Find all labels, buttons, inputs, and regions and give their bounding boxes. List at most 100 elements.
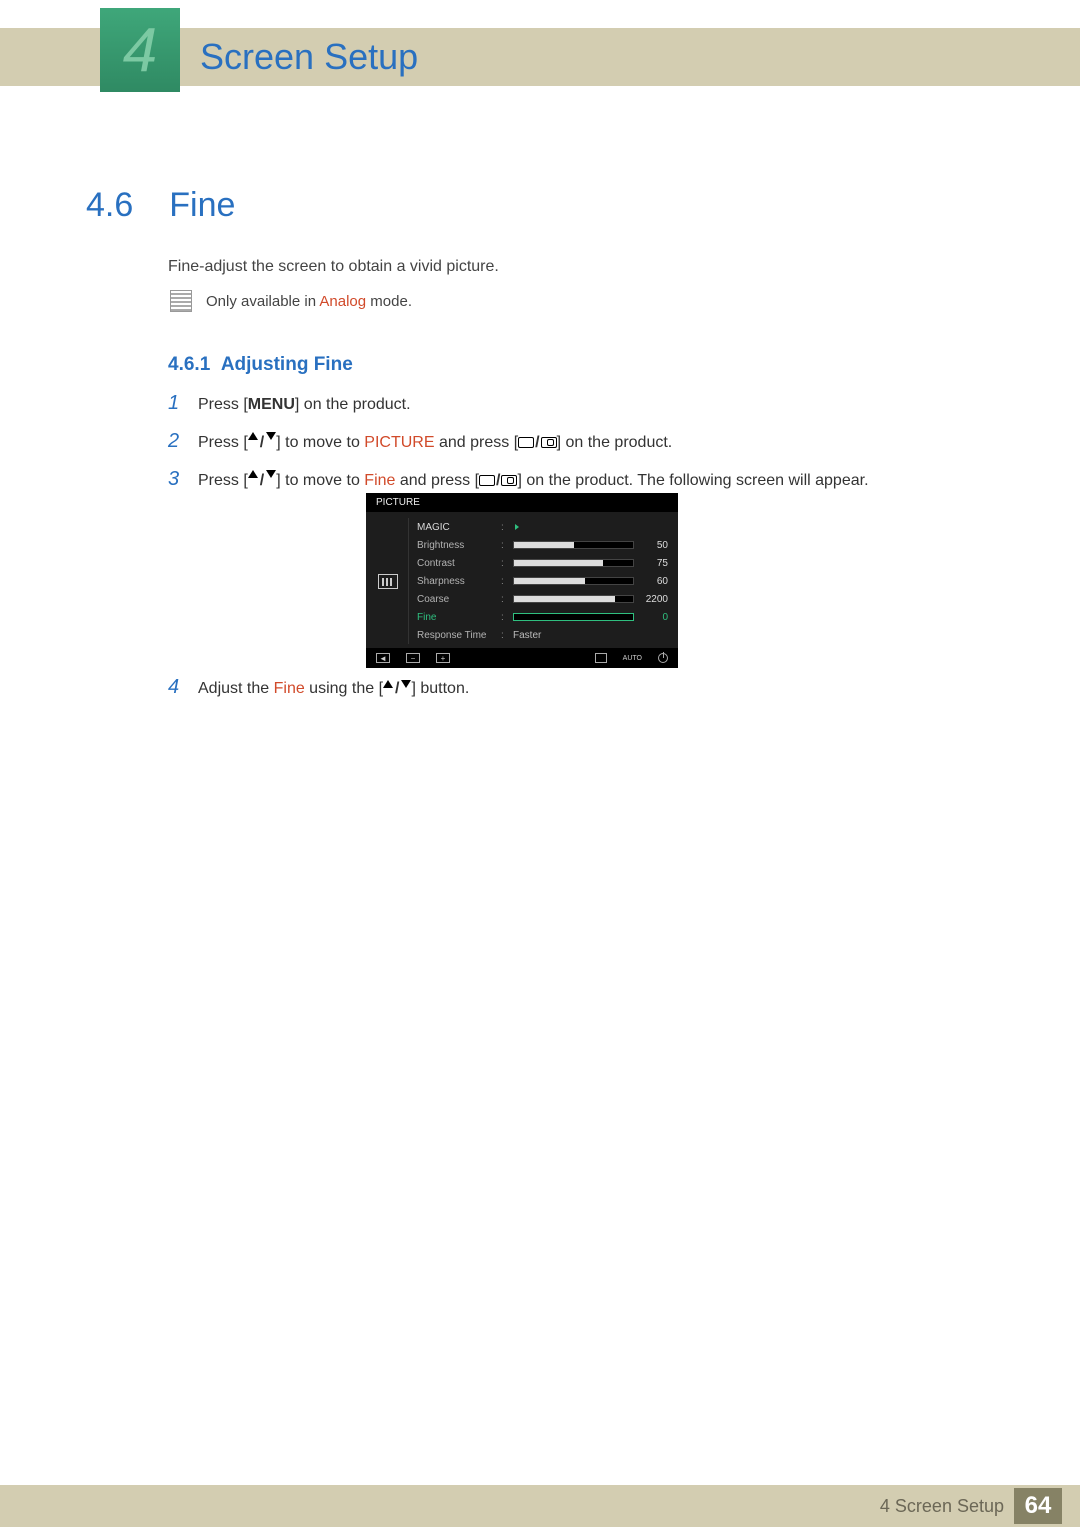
osd-item-fine: Fine : 0: [417, 608, 668, 626]
slider-fill: [514, 560, 603, 566]
osd-value: Faster: [513, 630, 541, 641]
page-number: 64: [1014, 1488, 1062, 1524]
enter-source-icon: /: [479, 472, 517, 489]
step-number: 4: [168, 676, 184, 699]
auto-label: AUTO: [623, 655, 642, 662]
section-title: Fine: [169, 186, 235, 225]
osd-value: 75: [640, 558, 668, 569]
osd-item-contrast: Contrast : 75: [417, 554, 668, 572]
step-number: 3: [168, 468, 184, 490]
colon: :: [501, 522, 505, 533]
note-text: Only available in Analog mode.: [206, 293, 412, 310]
txt: ] to move to: [276, 434, 364, 451]
osd-value: 2200: [640, 594, 668, 605]
back-button-icon: ◄: [376, 653, 390, 663]
menu-label: MENU: [248, 396, 295, 413]
txt: and press [: [435, 434, 519, 451]
note-analog: Analog: [319, 293, 366, 310]
enter-button-icon: [595, 653, 607, 663]
osd-value: 50: [640, 540, 668, 551]
up-down-icon: /: [248, 470, 276, 492]
osd-label: Brightness: [417, 540, 493, 551]
step-text: Press [/] to move to Fine and press [/] …: [198, 470, 869, 492]
note-icon: [170, 290, 192, 312]
section-number: 4.6: [86, 186, 133, 225]
slider-fill: [514, 542, 574, 548]
osd-footer: ◄ − + AUTO: [366, 648, 678, 668]
osd-label: Sharpness: [417, 576, 493, 587]
fine-label: Fine: [274, 680, 305, 697]
slider-bar: [513, 577, 634, 585]
txt: ] button.: [411, 680, 469, 697]
fine-label: Fine: [364, 472, 395, 489]
txt: Adjust the: [198, 680, 274, 697]
step-text: Adjust the Fine using the [/] button.: [198, 680, 469, 698]
slider-bar: [513, 613, 634, 621]
section-heading: 4.6 Fine: [86, 186, 235, 225]
submenu-arrow-icon: [515, 524, 519, 530]
chapter-number: 4: [123, 15, 157, 86]
osd-tab-column: [376, 518, 400, 644]
step-4: 4 Adjust the Fine using the [/] button.: [168, 676, 469, 699]
osd-label: Fine: [417, 612, 493, 623]
slider-fill: [514, 578, 585, 584]
minus-button-icon: −: [406, 653, 420, 663]
osd-item-coarse: Coarse : 2200: [417, 590, 668, 608]
colon: :: [501, 540, 505, 551]
osd-bar-wrap: 0: [513, 612, 668, 623]
colon: :: [501, 612, 505, 623]
step-text: Press [MENU] on the product.: [198, 394, 411, 416]
footer-chapter: 4 Screen Setup: [880, 1496, 1004, 1517]
osd-value: 0: [640, 612, 668, 623]
note-prefix: Only available in: [206, 293, 319, 310]
osd-item-magic: MAGIC :: [417, 518, 668, 536]
colon: :: [501, 630, 505, 641]
up-down-icon: /: [383, 680, 411, 698]
osd-bar-wrap: 75: [513, 558, 668, 569]
txt: and press [: [395, 472, 479, 489]
slider-bar: [513, 595, 634, 603]
slider-bar: [513, 541, 634, 549]
txt: ] on the product. The following screen w…: [517, 472, 868, 489]
subsection-number: 4.6.1: [168, 354, 210, 375]
slider-bar: [513, 559, 634, 567]
osd-item-list: MAGIC : Brightness : 50 Contrast : 75: [408, 518, 668, 644]
step-number: 1: [168, 392, 184, 414]
chapter-title: Screen Setup: [200, 36, 418, 78]
txt: ] on the product.: [295, 396, 411, 413]
txt: using the [: [305, 680, 383, 697]
osd-label: MAGIC: [417, 522, 493, 533]
note-suffix: mode.: [366, 293, 412, 310]
txt: Press [: [198, 396, 248, 413]
section-intro: Fine-adjust the screen to obtain a vivid…: [168, 258, 499, 276]
colon: :: [501, 558, 505, 569]
step-1: 1 Press [MENU] on the product.: [168, 392, 1008, 416]
plus-button-icon: +: [436, 653, 450, 663]
osd-bar-wrap: 2200: [513, 594, 668, 605]
txt: Press [: [198, 434, 248, 451]
steps-list: 1 Press [MENU] on the product. 2 Press […: [168, 392, 1008, 506]
osd-bar-wrap: 50: [513, 540, 668, 551]
slider-fill: [514, 596, 615, 602]
colon: :: [501, 576, 505, 587]
step-3: 3 Press [/] to move to Fine and press [/…: [168, 468, 1008, 492]
osd-menu: PICTURE MAGIC : Brightness : 50 Contrast: [366, 493, 678, 668]
subsection-title: Adjusting Fine: [221, 354, 353, 375]
osd-item-response-time: Response Time : Faster: [417, 626, 668, 644]
txt: ] to move to: [276, 472, 364, 489]
subsection-heading: 4.6.1 Adjusting Fine: [168, 354, 353, 376]
power-icon: [658, 653, 668, 663]
picture-tab-icon: [378, 574, 398, 589]
colon: :: [501, 594, 505, 605]
note-row: Only available in Analog mode.: [170, 290, 412, 312]
picture-label: PICTURE: [364, 434, 434, 451]
step-2: 2 Press [/] to move to PICTURE and press…: [168, 430, 1008, 454]
osd-label: Contrast: [417, 558, 493, 569]
txt: Press [: [198, 472, 248, 489]
osd-value: 60: [640, 576, 668, 587]
chapter-badge: 4: [100, 8, 180, 92]
osd-bar-wrap: 60: [513, 576, 668, 587]
osd-item-brightness: Brightness : 50: [417, 536, 668, 554]
up-down-icon: /: [248, 432, 276, 454]
osd-header: PICTURE: [366, 493, 678, 512]
